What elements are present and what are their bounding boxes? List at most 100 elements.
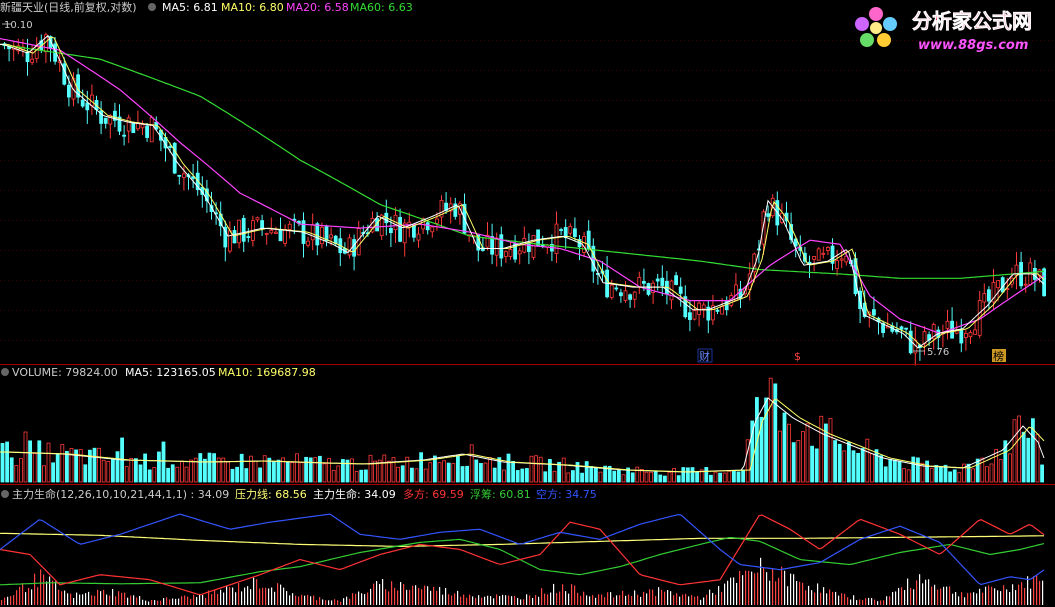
candle-body xyxy=(25,51,30,63)
indicator-header: 主力生命(12,26,10,10,21,44,1,1) : 34.09 压力线:… xyxy=(1,487,597,501)
indicator-bar xyxy=(967,593,969,605)
volume-bar xyxy=(442,460,447,483)
indicator-bar xyxy=(634,590,636,605)
volume-bar xyxy=(801,431,805,483)
indicator-bar xyxy=(52,580,54,605)
indicator-bar xyxy=(1042,580,1044,605)
indicator-bar xyxy=(994,588,996,605)
candle-body xyxy=(987,289,991,302)
volume-bar xyxy=(179,460,184,483)
indicator-bar xyxy=(673,595,675,605)
indicator-bar xyxy=(703,597,705,605)
volume-bar xyxy=(423,468,428,483)
indicator-bar xyxy=(826,593,828,605)
volume-bar xyxy=(1017,415,1021,483)
indicator-bar xyxy=(229,587,231,605)
volume-bar xyxy=(124,466,129,483)
volume-bar xyxy=(534,455,538,483)
indicator-bar xyxy=(163,598,165,605)
volume-bar xyxy=(235,466,240,483)
indicator-bar xyxy=(169,599,171,605)
candle-body xyxy=(131,122,136,134)
candle-body xyxy=(241,218,246,242)
indicator-bar xyxy=(253,577,255,605)
indicator-bar xyxy=(643,591,645,605)
volume-bar xyxy=(400,465,405,483)
candle-body xyxy=(145,125,150,138)
volume-settings-icon[interactable] xyxy=(1,368,9,376)
settings-circle-icon[interactable] xyxy=(148,3,156,11)
indicator-bar xyxy=(334,599,336,605)
indicator-settings-icon[interactable] xyxy=(1,490,9,498)
indicator-bar xyxy=(295,595,297,605)
indicator-bar xyxy=(274,591,276,605)
volume-bar xyxy=(5,441,9,483)
volume-header: VOLUME: 79824.00 MA5: 123165.05 MA10: 16… xyxy=(1,366,316,379)
indicator-bar xyxy=(37,587,39,605)
volume-bar xyxy=(419,452,424,483)
indicator-bar xyxy=(733,577,735,605)
candle-body xyxy=(692,310,697,320)
stock-name: 新疆天业(日线,前复权,对数) xyxy=(0,0,137,14)
indicator-bar xyxy=(913,589,915,605)
indicator-kong: 空方: 34.75 xyxy=(536,487,597,501)
indicator-bar xyxy=(139,596,141,605)
indicator-bar xyxy=(484,596,486,605)
volume-bar xyxy=(37,440,42,483)
indicator-bar xyxy=(847,597,849,605)
indicator-bar xyxy=(838,595,840,605)
indicator-bar xyxy=(265,587,267,605)
indicator-bar xyxy=(646,593,648,605)
indicator-bar xyxy=(631,596,633,605)
indicator-bar xyxy=(898,587,900,605)
volume-bar xyxy=(1026,437,1031,483)
candle-body xyxy=(168,145,173,148)
volume-bar xyxy=(258,467,263,483)
indicator-bar xyxy=(310,596,312,605)
indicator-bar xyxy=(433,586,435,605)
indicator-bar xyxy=(97,589,99,605)
indicator-bar xyxy=(31,589,33,605)
indicator-bar xyxy=(1015,590,1017,605)
volume-bar xyxy=(331,469,336,483)
volume-bar xyxy=(106,461,111,483)
candle-body xyxy=(674,275,678,285)
candle-body xyxy=(67,84,71,98)
indicator-bar xyxy=(94,595,96,605)
indicator-bar xyxy=(907,578,909,605)
volume-bar xyxy=(212,453,217,483)
volume-bar xyxy=(460,466,465,483)
indicator-bar xyxy=(283,587,285,605)
indicator-bar xyxy=(142,599,144,605)
candle-body xyxy=(660,277,665,286)
indicator-bar xyxy=(622,590,624,605)
indicator-bar xyxy=(277,583,279,605)
indicator-bar xyxy=(241,591,243,605)
volume-bar xyxy=(902,468,906,483)
volume-bar xyxy=(446,462,451,483)
indicator-bar xyxy=(910,588,912,605)
indicator-bar xyxy=(220,589,222,605)
indicator-bar xyxy=(70,593,72,605)
event-dollar-label[interactable]: $ xyxy=(794,350,801,363)
volume-bar xyxy=(939,465,943,483)
volume-bar xyxy=(870,453,874,483)
low-price-mark: 5.76 xyxy=(927,347,949,358)
indicator-bar xyxy=(637,594,639,605)
indicator-bar xyxy=(889,596,891,605)
volume-bar xyxy=(189,459,194,483)
candle-body xyxy=(973,329,977,335)
indicator-bar xyxy=(409,589,411,605)
stock-chart[interactable]: 新疆天业(日线,前复权,对数) MA5: 6.81 MA10: 6.80 MA2… xyxy=(0,0,1055,607)
candle-body xyxy=(503,251,508,257)
indicator-bar xyxy=(727,580,729,605)
indicator-bar xyxy=(661,589,663,605)
volume-bar xyxy=(985,466,989,483)
volume-bar xyxy=(681,467,686,483)
indicator-bar xyxy=(448,594,450,605)
indicator-bar xyxy=(964,597,966,605)
indicator-bar xyxy=(613,597,615,605)
volume-bar xyxy=(396,466,401,483)
indicator-bar xyxy=(355,593,357,605)
indicator-bar xyxy=(862,600,864,605)
